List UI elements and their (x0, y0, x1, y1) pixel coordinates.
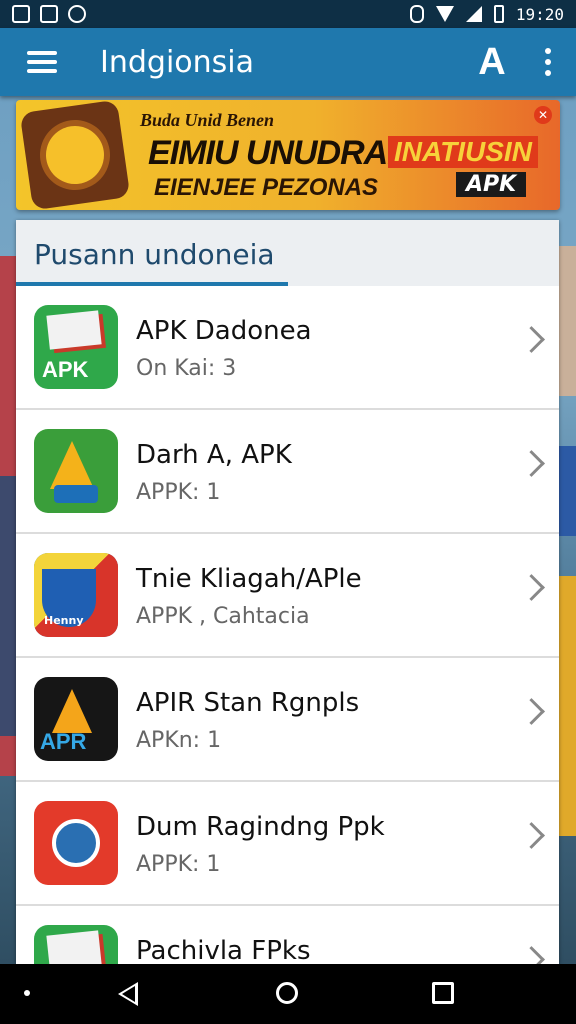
chevron-right-icon (518, 698, 545, 725)
list-item[interactable]: Dum Ragindng Ppk APPK: 1 (16, 782, 559, 906)
icon-label: APK (42, 357, 89, 382)
app-name: Dum Ragindng Ppk (136, 812, 385, 842)
chevron-right-icon (518, 326, 545, 353)
app-subtitle: APKn: 1 (136, 728, 222, 753)
list-item[interactable]: APR APIR Stan Rgnpls APKn: 1 (16, 658, 559, 782)
icon-label: Henny (44, 614, 84, 627)
banner-small-text: Buda Unid Benen (140, 110, 275, 130)
app-subtitle: APPK: 1 (136, 852, 221, 877)
app-logo-button[interactable]: A (464, 28, 520, 96)
chevron-right-icon (518, 822, 545, 849)
app-name: Pachivla FPks (136, 936, 311, 964)
books-icon: APK (34, 305, 118, 389)
section-header: Pusann undoneia (16, 220, 559, 286)
list-item[interactable]: Henny Tnie Kliagah/APle APPK , Cahtacia (16, 534, 559, 658)
alarm-icon (409, 5, 424, 23)
home-icon[interactable] (276, 982, 298, 1004)
app-name: Darh A, APK (136, 440, 292, 470)
signal-icon (465, 6, 482, 22)
back-icon[interactable] (118, 982, 138, 1006)
menu-button[interactable] (0, 28, 84, 96)
list-item[interactable]: APK APK Dadonea On Kai: 3 (16, 286, 559, 410)
wifi-icon (435, 6, 454, 22)
nav-indicator-dot (24, 990, 30, 996)
navigation-bar (0, 964, 576, 1024)
banner-headline: EIMIU UNUDRAN3 (148, 134, 430, 172)
chevron-right-icon (518, 946, 545, 964)
app-list: APK APK Dadonea On Kai: 3 Darh A, APK APPK: … (16, 286, 559, 964)
banner-subtext: EIENJEE PEZONAS (154, 174, 379, 201)
more-options-icon[interactable] (520, 28, 576, 96)
chevron-right-icon (518, 574, 545, 601)
battery-icon (493, 5, 504, 23)
hamburger-icon (27, 51, 57, 73)
books-icon (34, 925, 118, 964)
shield-icon: Henny (34, 553, 118, 637)
list-item[interactable]: Pachivla FPks (16, 906, 559, 964)
banner-apk-label: APK (456, 172, 527, 197)
icon-label: APR (40, 729, 87, 754)
recents-icon[interactable] (432, 982, 454, 1004)
section-title: Pusann undoneia (34, 238, 275, 271)
app-bar: Indgionsia A (0, 28, 576, 96)
status-bar: 19:20 (0, 0, 576, 28)
app-name: APK Dadonea (136, 316, 312, 346)
app-list-card: Pusann undoneia APK APK Dadonea On Kai: 3 D… (16, 220, 559, 964)
triangle-icon (34, 429, 118, 513)
close-icon[interactable]: ✕ (534, 106, 552, 124)
app-name: APIR Stan Rgnpls (136, 688, 360, 718)
status-time: 19:20 (515, 4, 564, 24)
apk-key-icon: APR (34, 677, 118, 761)
sync-notification-icon (68, 5, 86, 23)
promo-banner[interactable]: Buda Unid Benen EIMIU UNUDRAN3 INATIUSIN… (16, 100, 560, 210)
chevron-right-icon (518, 450, 545, 477)
app-subtitle: On Kai: 3 (136, 356, 237, 381)
gallery-notification-icon (40, 5, 58, 23)
app-subtitle: APPK: 1 (136, 480, 221, 505)
globe-icon (34, 801, 118, 885)
banner-badge: INATIUSIN (388, 136, 538, 168)
app-title: Indgionsia (100, 44, 254, 80)
app-subtitle: APPK , Cahtacia (136, 604, 310, 629)
list-item[interactable]: Darh A, APK APPK: 1 (16, 410, 559, 534)
image-notification-icon (12, 5, 30, 23)
sun-emblem-icon (19, 100, 131, 210)
app-name: Tnie Kliagah/APle (136, 564, 362, 594)
